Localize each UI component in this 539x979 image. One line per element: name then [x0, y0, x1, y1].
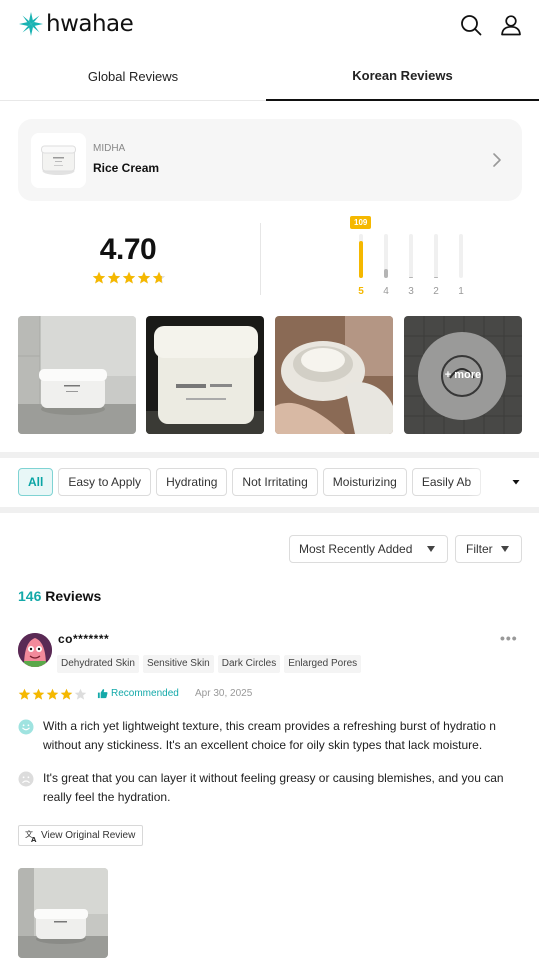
svg-text:A: A	[31, 836, 37, 842]
rating-bar-track	[459, 234, 463, 278]
rating-bar-3: 3	[400, 216, 422, 300]
skin-type-tag: Dehydrated Skin	[57, 655, 139, 673]
review-photo-3[interactable]	[275, 316, 393, 434]
filter-label: Filter	[466, 542, 493, 556]
rating-bar-track	[359, 234, 363, 278]
rating-bar-track	[384, 234, 388, 278]
recommended-badge: Recommended	[97, 688, 179, 699]
rating-bar-label: 1	[458, 286, 464, 297]
chevron-right-icon	[493, 153, 501, 167]
rating-bar-fill	[434, 277, 438, 278]
caret-down-icon	[427, 546, 435, 552]
review-count-number: 146	[18, 588, 42, 604]
sort-dropdown[interactable]: Most Recently Added	[289, 535, 448, 563]
rating-bar-fill	[359, 241, 363, 278]
rating-bar-label: 2	[433, 286, 439, 297]
review-count: 146 Reviews	[18, 588, 101, 604]
hwahae-logo[interactable]: hwahae	[18, 11, 134, 37]
rating-count-badge: 109	[350, 216, 372, 229]
recommended-label: Recommended	[111, 688, 179, 699]
more-photos-button[interactable]: + more	[404, 316, 522, 434]
keyword-chip[interactable]: All	[18, 468, 54, 496]
rating-bar-track	[409, 234, 413, 278]
product-brand: MIDHA	[93, 143, 126, 154]
keyword-chips: All Easy to Apply Hydrating Not Irritating M…	[18, 468, 508, 496]
review-photo-4[interactable]: + more	[404, 316, 522, 434]
tab-korean-reviews[interactable]: Korean Reviews	[266, 52, 539, 101]
divider	[260, 223, 261, 295]
star-icon	[46, 688, 59, 700]
average-rating: 4.70	[99, 233, 157, 266]
rating-bar-track	[434, 234, 438, 278]
skin-tags: Dehydrated Skin Sensitive Skin Dark Circle…	[57, 655, 362, 673]
star-icon	[60, 688, 73, 700]
rating-bar-1: 1	[450, 216, 472, 300]
expand-keywords-icon[interactable]	[510, 476, 522, 488]
review-rating-stars	[18, 688, 87, 701]
review-date: Apr 30, 2025	[195, 688, 253, 699]
section-divider	[0, 452, 539, 458]
rating-bar-fill	[384, 269, 388, 278]
translate-icon: 文 A	[25, 829, 37, 842]
review-photo-1[interactable]	[18, 316, 136, 434]
filter-button[interactable]: Filter	[455, 535, 522, 563]
product-name: Rice Cream	[93, 161, 160, 175]
keyword-chip[interactable]: Moisturizing	[322, 468, 407, 496]
logo-text: hwahae	[46, 11, 134, 37]
rating-bar-5: 109 5	[350, 216, 372, 300]
star-icon	[18, 688, 31, 700]
skin-type-tag: Dark Circles	[217, 655, 281, 673]
thumbs-up-icon	[97, 689, 108, 699]
search-icon[interactable]	[460, 14, 482, 36]
star-icon	[74, 688, 87, 700]
photo-gallery: + more	[18, 316, 522, 434]
keyword-chip[interactable]: Not Irritating	[232, 468, 318, 496]
tab-global-reviews[interactable]: Global Reviews	[0, 52, 266, 101]
keyword-chip[interactable]: Easy to Apply	[58, 468, 152, 496]
sad-face-icon	[18, 771, 34, 787]
sort-label: Most Recently Added	[299, 542, 413, 556]
star-icon	[107, 271, 121, 284]
keyword-chip[interactable]: Hydrating	[156, 468, 228, 496]
rating-bar-label: 4	[383, 286, 389, 297]
review-photo-2[interactable]	[146, 316, 264, 434]
reviewer-name: co*******	[58, 632, 110, 646]
review-attached-photo[interactable]	[18, 868, 108, 958]
average-rating-stars	[92, 271, 166, 285]
review-negative-text: It's great that you can layer it without…	[43, 771, 504, 804]
rating-distribution: 109 5 4 3 2 1	[350, 216, 480, 300]
flower-logo-icon	[19, 12, 43, 36]
star-icon	[92, 271, 106, 284]
review-tabs: Global Reviews Korean Reviews	[0, 52, 539, 101]
rating-bar-label: 5	[358, 286, 364, 297]
product-thumbnail	[31, 133, 86, 188]
star-icon	[32, 688, 45, 700]
avatar[interactable]	[18, 633, 52, 667]
skin-type-tag: Sensitive Skin	[142, 655, 214, 673]
rating-bar-2: 2	[425, 216, 447, 300]
rating-bar-fill	[409, 277, 413, 278]
product-card[interactable]: MIDHA Rice Cream	[18, 119, 522, 201]
star-icon	[137, 271, 151, 284]
caret-down-icon	[501, 546, 509, 552]
rating-bar-4: 4	[375, 216, 397, 300]
view-original-review-button[interactable]: 文 A View Original Review	[18, 825, 144, 846]
star-icon	[122, 271, 136, 284]
app-header: hwahae	[0, 0, 539, 52]
star-icon	[152, 271, 166, 284]
more-options-icon[interactable]: •••	[500, 630, 518, 646]
user-icon[interactable]	[500, 14, 522, 36]
rating-bar-label: 3	[408, 286, 414, 297]
review-positive-text: With a rich yet lightweight texture, thi…	[43, 719, 496, 752]
review-count-label: Reviews	[41, 588, 102, 604]
view-original-label: View Original Review	[41, 830, 136, 841]
skin-type-tag: Enlarged Pores	[284, 655, 362, 673]
chips-fade	[468, 468, 508, 496]
smile-face-icon	[18, 719, 34, 735]
section-divider	[0, 507, 539, 513]
